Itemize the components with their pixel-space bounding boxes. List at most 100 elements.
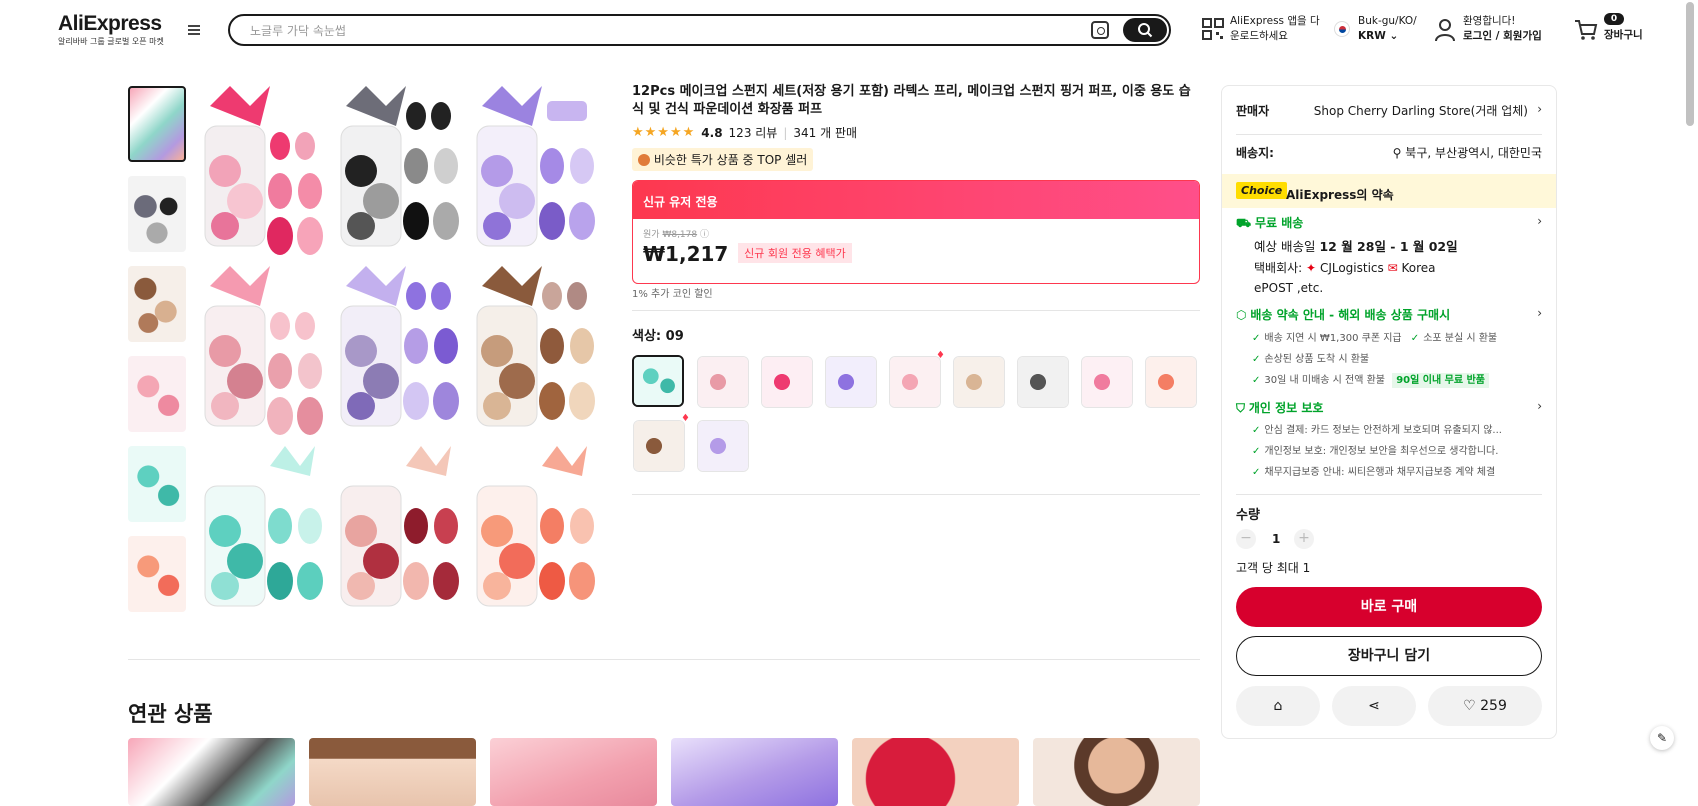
original-price: 원가 ₩8,178 ⓘ [643, 230, 709, 240]
choice-badge: Choice [1236, 182, 1288, 199]
privacy-line: ✓ 채무지급보증 안내: 씨티은행과 채무지급보증 계약 체결 [1252, 467, 1496, 478]
guarantee-line: ✓ 손상된 상품 도착 시 환불 [1252, 354, 1370, 365]
thumbnail-5[interactable] [128, 446, 186, 522]
thumbnail-4[interactable] [128, 356, 186, 432]
thumbnail-list [128, 86, 186, 626]
color-swatch[interactable] [1081, 356, 1133, 408]
app-download-link[interactable]: AliExpress 앱을 다 운로드하세요 [1230, 14, 1320, 44]
wishlist-count: 259 [1480, 698, 1507, 714]
seller-row[interactable]: 판매자 Shop Cherry Darling Store(거래 업체) › [1236, 102, 1542, 119]
wishlist-button[interactable]: ♡ 259 [1428, 686, 1542, 726]
aliexpress-logo[interactable]: AliExpress [58, 12, 162, 36]
fire-icon [638, 154, 650, 166]
location-pin-icon: ⚲ [1392, 146, 1402, 160]
color-swatch[interactable] [825, 356, 877, 408]
related-products-title: 연관 상품 [128, 702, 213, 726]
divider [1236, 494, 1542, 495]
image-search-icon[interactable] [1091, 21, 1109, 39]
thumbnail-2[interactable] [128, 176, 186, 252]
divider [128, 659, 1200, 660]
share-icon: ⋖ [1368, 698, 1380, 714]
quantity-limit: 고객 당 최대 1 [1236, 561, 1311, 575]
ship-to-row[interactable]: 배송지: ⚲ 북구, 부산광역시, 대한민국 [1236, 144, 1542, 161]
privacy-line: ✓ 개인정보 보호: 개인정보 보안을 최우선으로 생각합니다. [1252, 446, 1499, 457]
user-icon[interactable] [1434, 18, 1456, 42]
store-icon: ⌂ [1273, 698, 1283, 714]
color-swatch-09[interactable] [632, 355, 684, 407]
main-product-image[interactable] [200, 86, 608, 626]
guarantee-line: ✓ 30일 내 미배송 시 전액 환불 90일 이내 무료 반품 [1252, 371, 1542, 388]
search-icon [1138, 23, 1153, 38]
delivery-guarantee-row[interactable]: ⬡ 배송 약속 안내 - 해외 배송 상품 구매시 › [1236, 306, 1542, 323]
thumbnail-3[interactable] [128, 266, 186, 342]
related-product-4[interactable] [671, 738, 838, 806]
buy-now-button[interactable]: 바로 구매 [1236, 587, 1542, 627]
coin-discount: 1% 추가 코인 할인 [632, 289, 713, 300]
logo-subtitle: 알리바바 그룹 글로벌 오픈 마켓 [58, 37, 164, 46]
color-swatch[interactable] [953, 356, 1005, 408]
cart-link[interactable]: 장바구니 [1604, 28, 1643, 43]
rating-row: ★★★★★ 4.8 123 리뷰 | 341 개 판매 [632, 124, 858, 141]
reviews-link[interactable]: 123 리뷰 [729, 124, 778, 141]
cart-icon[interactable] [1574, 19, 1598, 41]
color-swatch[interactable] [889, 356, 941, 408]
heart-icon: ♡ [1463, 698, 1476, 714]
top-seller-badge: 비슷한 특가 상품 중 TOP 셀러 [632, 148, 814, 171]
related-product-6[interactable] [1033, 738, 1200, 806]
qr-code-icon[interactable] [1202, 18, 1224, 40]
new-member-tag: 신규 회원 전용 혜택가 [738, 243, 852, 263]
scrollbar[interactable] [1686, 2, 1694, 126]
search-button[interactable] [1123, 18, 1167, 42]
product-title: 12Pcs 메이크업 스펀지 세트(저장 용기 포함) 라텍스 프리, 메이크업… [632, 84, 1191, 117]
quantity-increase-button[interactable]: + [1294, 529, 1314, 549]
search-bar[interactable]: 노글루 가닥 속눈썹 [228, 14, 1171, 46]
related-product-1[interactable] [128, 738, 295, 806]
thumbnail-1[interactable] [128, 86, 186, 162]
divider [632, 494, 1200, 495]
chevron-right-icon: › [1537, 214, 1542, 228]
choice-promise: AliExpress의 약속 [1286, 188, 1394, 202]
korea-post-icon: ✉ [1387, 261, 1398, 275]
new-user-promo: 신규 유저 전용 원가 ₩8,178 ⓘ ₩1,217 신규 회원 전용 혜택가 [632, 180, 1200, 284]
quantity-decrease-button[interactable]: − [1236, 529, 1256, 549]
add-to-cart-button[interactable]: 장바구니 담기 [1236, 636, 1542, 676]
store-button[interactable]: ⌂ [1236, 686, 1320, 726]
cj-logo-icon: ✦ [1306, 261, 1317, 275]
free-shipping-row[interactable]: ⛟ 무료 배송 › [1236, 214, 1542, 232]
promo-header: 신규 유저 전용 [633, 181, 1199, 219]
info-icon[interactable]: ⓘ [700, 230, 709, 240]
chevron-down-icon: ⌄ [1389, 30, 1399, 42]
privacy-line: ✓ 안심 결제: 카드 정보는 안전하게 보호되며 유출되지 않... [1252, 425, 1502, 436]
purchase-panel: 판매자 Shop Cherry Darling Store(거래 업체) › 배… [1221, 85, 1557, 739]
guarantee-line: ✓ 배송 지연 시 ₩1,300 쿠폰 지급 ✓ 소포 분실 시 환불 [1252, 333, 1498, 344]
chevron-right-icon: › [1537, 306, 1542, 320]
sold-count: 341 개 판매 [793, 126, 858, 140]
thumbnail-6[interactable] [128, 536, 186, 612]
color-swatch[interactable] [697, 420, 749, 472]
divider [632, 310, 1200, 311]
color-swatch[interactable] [633, 420, 685, 472]
share-button[interactable]: ⋖ [1332, 686, 1416, 726]
related-product-3[interactable] [490, 738, 657, 806]
box-icon: ⬡ [1236, 308, 1247, 322]
account-link[interactable]: 환영합니다! 로그인 / 회원가입 [1463, 14, 1542, 44]
carrier-info: 택배회사: ✦ CJLogistics ✉ Korea ePOST ,etc. [1254, 261, 1436, 295]
color-swatch[interactable] [1017, 356, 1069, 408]
rating-value: 4.8 [701, 125, 723, 140]
search-input[interactable]: 노글루 가닥 속눈썹 [250, 22, 346, 39]
related-product-5[interactable] [852, 738, 1019, 806]
quantity-label: 수량 [1236, 508, 1260, 523]
header: AliExpress 알리바바 그룹 글로벌 오픈 마켓 노글루 가닥 속눈썹 … [0, 0, 1698, 58]
region-currency-selector[interactable]: Buk-gu/KO/ KRW ⌄ [1358, 14, 1417, 44]
color-swatch[interactable] [1145, 356, 1197, 408]
seller-name[interactable]: Shop Cherry Darling Store(거래 업체) [1314, 102, 1528, 119]
rating-stars: ★★★★★ [632, 125, 696, 140]
related-product-2[interactable] [309, 738, 476, 806]
edit-icon[interactable]: ✎ [1650, 726, 1674, 750]
cart-count-badge: 0 [1604, 13, 1624, 25]
truck-icon: ⛟ [1236, 216, 1252, 230]
color-swatch[interactable] [761, 356, 813, 408]
color-swatch[interactable] [697, 356, 749, 408]
privacy-row[interactable]: ⛉ 개인 정보 보호 › [1236, 399, 1542, 416]
menu-icon[interactable] [188, 25, 200, 35]
